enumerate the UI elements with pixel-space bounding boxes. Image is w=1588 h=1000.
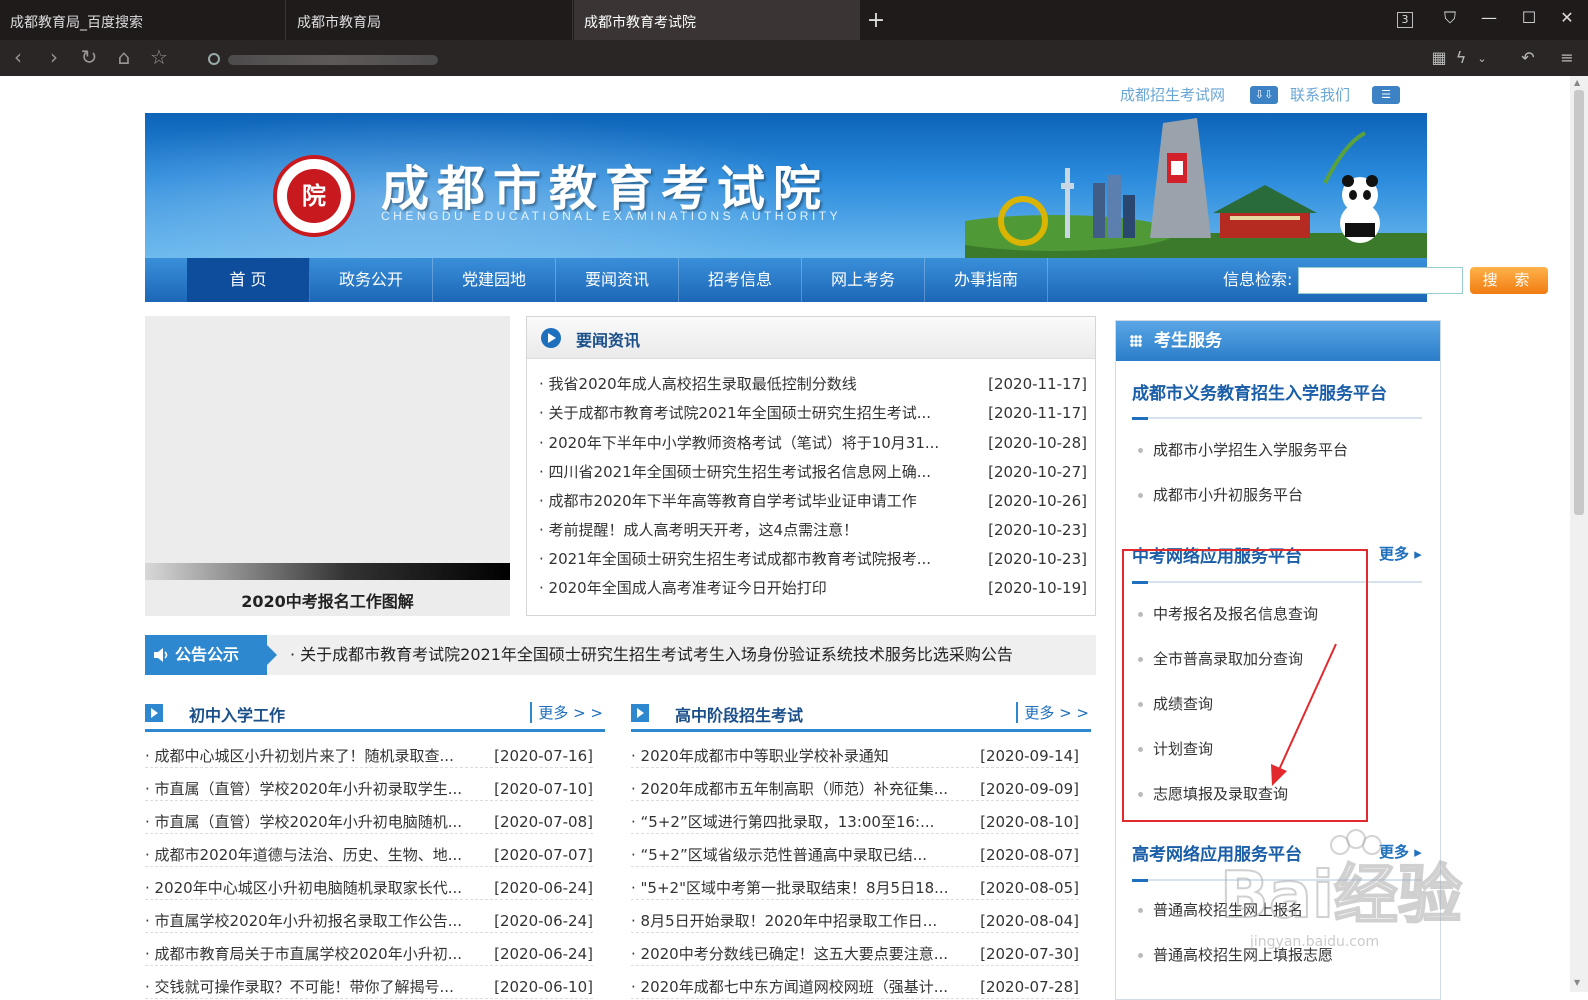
news-item[interactable]: · 2021年全国硕士研究生招生考试成都市教育考试院报考... [2020-10-… (539, 548, 1087, 570)
list-item[interactable]: · 市直属（直管）学校2020年小升初录取学生... [2020-07-10] (145, 777, 593, 801)
list-item[interactable]: · 交钱就可操作录取？不可能！带你了解揭号... [2020-06-10] (145, 975, 593, 999)
nav-party[interactable]: 党建园地 (433, 258, 556, 302)
download-user-icon: ⇩⇩ (1250, 86, 1278, 104)
chevron-down-icon[interactable]: ⌄ (1472, 52, 1492, 65)
svg-text:Bai经验: Bai经验 (1220, 859, 1462, 933)
red-arrow-annotation (1271, 643, 1337, 786)
star-icon[interactable]: ☆ (147, 45, 171, 69)
forward-icon[interactable]: › (42, 45, 66, 69)
list-item[interactable]: · 2020年中心城区小升初电脑随机录取家长代... [2020-06-24] (145, 876, 593, 900)
list-item[interactable]: · 成都市教育局关于市直属学校2020年小升初... [2020-06-24] (145, 942, 593, 966)
nav-online-affairs[interactable]: 网上考务 (802, 258, 925, 302)
news-item[interactable]: · 2020年全国成人高考准考证今日开始打印 [2020-10-19] (539, 577, 1087, 599)
section-header-senior: 高中阶段招生考试 更多 > > (631, 700, 1091, 732)
list-item[interactable]: · 8月5日开始录取！2020年中招录取工作日... [2020-08-04] (631, 909, 1079, 933)
link-zhaokao[interactable]: 成都招生考试网 (1120, 84, 1225, 105)
close-icon[interactable]: ✕ (1555, 8, 1579, 27)
scroll-down-icon[interactable]: ▼ (1574, 978, 1580, 987)
skyline-illustration (965, 118, 1427, 258)
logo-seal: 院 (273, 155, 355, 237)
speaker-icon (154, 648, 168, 662)
home-icon[interactable]: ⌂ (112, 45, 136, 69)
nav-exam-info[interactable]: 招考信息 (679, 258, 802, 302)
address-bar-url-blurred[interactable] (228, 55, 438, 65)
list-item[interactable]: · “5+2”区域进行第四批录取，13:00至16:... [2020-08-10… (631, 810, 1079, 834)
browser-tab-bar: 成都教育局_百度搜索 成都市教育局 成都市教育考试院 + 3 ⛉ — ☐ ✕ (0, 0, 1588, 40)
nav-government[interactable]: 政务公开 (310, 258, 433, 302)
notice-bar: 公告公示 · 关于成都市教育考试院2021年全国硕士研究生招生考试考生入场身份验… (145, 635, 1096, 675)
more-link[interactable]: 更多 > > (530, 702, 603, 723)
site-subtitle: CHENGDU EDUCATIONAL EXAMINATIONS AUTHORI… (381, 209, 842, 223)
platform-compulsory-edu[interactable]: 成都市义务教育招生入学服务平台 (1132, 379, 1387, 404)
news-item[interactable]: · 关于成都市教育考试院2021年全国硕士研究生招生考试... [2020-11-… (539, 402, 1087, 424)
browser-tab-active[interactable]: 成都市教育考试院 (574, 0, 860, 40)
notice-tag: 公告公示 (145, 635, 277, 675)
list-item[interactable]: · 市直属（直管）学校2020年小升初电脑随机... [2020-07-08] (145, 810, 593, 834)
list-item[interactable]: · 2020中考分数线已确定！这五大要点要注意... [2020-07-30] (631, 942, 1079, 966)
search-button[interactable]: 搜 索 (1470, 267, 1548, 294)
service-link[interactable]: 成都市小升初服务平台 (1138, 484, 1303, 505)
more-link[interactable]: 更多 > > (1016, 702, 1089, 723)
play-icon (631, 704, 649, 722)
play-icon (541, 328, 561, 348)
list-item[interactable]: · 成都市2020年道德与法治、历史、生物、地... [2020-07-07] (145, 843, 593, 867)
reload-icon[interactable]: ↻ (77, 45, 101, 69)
news-item[interactable]: · 成都市2020年下半年高等教育自学考试毕业证申请工作 [2020-10-26] (539, 490, 1087, 512)
contact-card-icon: ☰ (1372, 86, 1400, 104)
nav-home[interactable]: 首 页 (187, 258, 310, 302)
news-item[interactable]: · 四川省2021年全国硕士研究生招生考试报名信息网上确... [2020-10-… (539, 461, 1087, 483)
list-item[interactable]: · 2020年成都七中东方闻道网校网班（强基计... [2020-07-28] (631, 975, 1079, 999)
news-panel: 要闻资讯 · 我省2020年成人高校招生录取最低控制分数线 [2020-11-17… (526, 316, 1096, 616)
watermark-url: jingyan.baidu.com (1250, 934, 1380, 950)
more-link[interactable]: 更多 ▸ (1379, 543, 1422, 564)
browser-tab[interactable]: 成都市教育局 (287, 0, 573, 40)
play-icon (145, 704, 163, 722)
list-item[interactable]: · 成都中心城区小升初划片来了！随机录取查... [2020-07-16] (145, 744, 593, 768)
undo-icon[interactable]: ↶ (1518, 48, 1538, 67)
minimize-icon[interactable]: — (1477, 8, 1501, 27)
slide-caption[interactable]: 2020中考报名工作图解 (145, 588, 510, 612)
new-tab-icon[interactable]: + (866, 8, 886, 33)
search-label: 信息检索: (1223, 270, 1293, 289)
notice-text[interactable]: · 关于成都市教育考试院2021年全国硕士研究生招生考试考生入场身份验证系统技术… (290, 635, 1013, 675)
list-item[interactable]: · "5+2"区域中考第一批录取结束！8月5日18... [2020-08-05] (631, 876, 1079, 900)
lightning-icon[interactable]: ϟ (1451, 48, 1471, 67)
news-item[interactable]: · 2020年下半年中小学教师资格考试（笔试）将于10月31... [2020-1… (539, 432, 1087, 454)
back-icon[interactable]: ‹ (6, 45, 30, 69)
news-item[interactable]: · 考前提醒！成人高考明天开考，这4点需注意！ [2020-10-23] (539, 519, 1087, 541)
qr-icon[interactable]: ▦ (1429, 48, 1449, 67)
service-link[interactable]: 成都市小学招生入学服务平台 (1138, 439, 1348, 460)
list-item[interactable]: · 2020年成都市五年制高职（师范）补充征集... [2020-09-09] (631, 777, 1079, 801)
scrollbar-thumb[interactable] (1574, 90, 1584, 515)
list-item[interactable]: · 市直属学校2020年小升初报名录取工作公告... [2020-06-24] (145, 909, 593, 933)
tab-count-badge[interactable]: 3 (1397, 12, 1413, 28)
nav-news[interactable]: 要闻资讯 (556, 258, 679, 302)
maximize-icon[interactable]: ☐ (1517, 8, 1541, 27)
browser-tab[interactable]: 成都教育局_百度搜索 (0, 0, 286, 40)
service-title: 考生服务 (1154, 331, 1222, 351)
list-item[interactable]: · “5+2”区域省级示范性普通高中录取已结... [2020-08-07] (631, 843, 1079, 867)
shirt-icon[interactable]: ⛉ (1438, 8, 1462, 28)
section-header-junior: 初中入学工作 更多 > > (145, 700, 605, 732)
baidu-watermark: Bai经验 (1220, 829, 1463, 934)
news-item[interactable]: · 我省2020年成人高校招生录取最低控制分数线 [2020-11-17] (539, 373, 1087, 395)
main-nav: 首 页 政务公开 党建园地 要闻资讯 招考信息 网上考务 办事指南 信息检索: … (145, 258, 1548, 302)
site-info-icon[interactable] (208, 53, 220, 65)
search-input[interactable] (1298, 267, 1463, 294)
news-title: 要闻资讯 (576, 331, 641, 350)
nav-guide[interactable]: 办事指南 (925, 258, 1048, 302)
scroll-up-icon[interactable]: ▲ (1574, 78, 1580, 87)
site-banner: 院 成都市教育考试院 CHENGDU EDUCATIONAL EXAMINATI… (145, 113, 1427, 258)
menu-icon[interactable]: ≡ (1557, 48, 1577, 67)
list-item[interactable]: · 2020年成都市中等职业学校补录通知 [2020-09-14] (631, 744, 1079, 768)
image-slideshow[interactable]: 2020中考报名工作图解 (145, 316, 510, 616)
grid-icon (1130, 335, 1142, 347)
link-contact[interactable]: 联系我们 (1290, 84, 1350, 105)
